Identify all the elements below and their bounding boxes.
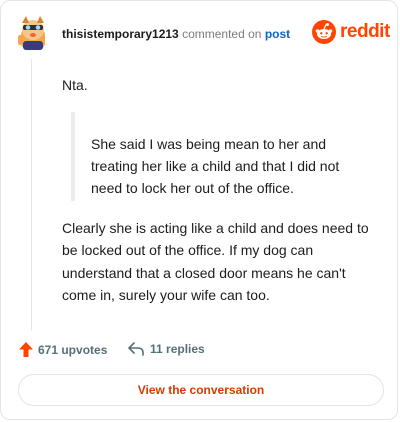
comment-opening: Nta.	[62, 77, 88, 93]
replies-count: 11 replies	[150, 342, 205, 356]
commented-on-label: commented on	[182, 27, 262, 41]
comment-header: thisistemporary1213 commented on post	[62, 27, 290, 41]
avatar[interactable]	[17, 15, 49, 51]
replies-button[interactable]: 11 replies	[128, 342, 205, 356]
reddit-wordmark: reddit	[340, 21, 390, 42]
cartoon-avatar-icon	[18, 16, 45, 50]
view-conversation-button[interactable]: View the conversation	[18, 374, 384, 406]
reddit-logo[interactable]: reddit	[312, 20, 390, 44]
reddit-snoo-icon	[312, 20, 336, 44]
comment-body: Clearly she is acting like a child and d…	[62, 220, 369, 303]
post-link[interactable]: post	[265, 27, 290, 41]
username-link[interactable]: thisistemporary1213	[62, 27, 179, 41]
upvote-count: 671 upvotes	[38, 342, 108, 357]
comment-card: thisistemporary1213 commented on post re…	[0, 0, 398, 420]
upvote-arrow-icon	[19, 342, 33, 357]
reply-arrow-icon	[128, 342, 144, 356]
upvote-button[interactable]: 671 upvotes	[19, 342, 107, 357]
quoted-text: She said I was being mean to her and tre…	[91, 136, 340, 196]
thread-line[interactable]	[31, 59, 32, 331]
quote-bar	[71, 112, 75, 201]
